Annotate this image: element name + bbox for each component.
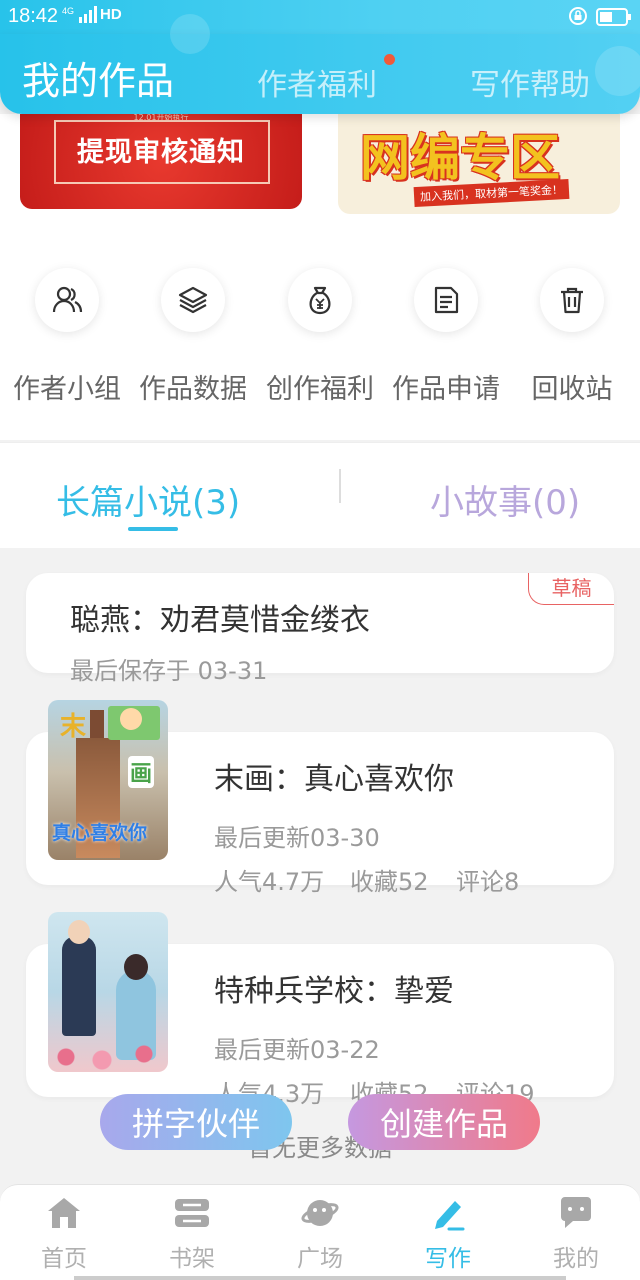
tab-long-novel[interactable]: 长篇小说(3) <box>56 475 240 524</box>
trash-icon[interactable] <box>540 268 604 332</box>
active-tab-indicator <box>128 527 178 531</box>
status-time: 18:42 <box>8 5 59 27</box>
work-favorites: 收藏52 <box>350 868 429 896</box>
hd-indicator: HD <box>100 6 122 23</box>
cover-art <box>48 1042 168 1072</box>
bookshelf-icon <box>142 1193 242 1233</box>
cover-art <box>124 954 148 980</box>
cover-art <box>90 710 104 740</box>
author-group-icon[interactable] <box>35 268 99 332</box>
work-updated-time: 最后更新03-22 <box>214 1036 380 1064</box>
work-saved-time: 最后保存于 03-31 <box>70 657 268 685</box>
cover-art <box>120 708 142 730</box>
bottom-navigation: 首页 书架 广场 写作 我的 <box>0 1184 640 1280</box>
money-bag-icon[interactable] <box>288 268 352 332</box>
cover-text: 末 <box>60 712 87 742</box>
battery-icon <box>596 8 632 31</box>
banner-left-text: 提现审核通知 <box>77 137 245 168</box>
cover-text: 真心喜欢你 <box>52 822 148 844</box>
cover-text: 画 <box>128 756 155 788</box>
decorative-bubble <box>170 14 210 54</box>
signal-icon: 4G <box>62 6 99 24</box>
decorative-bubble <box>595 46 640 96</box>
status-bar: 18:42 4G HD <box>0 0 640 34</box>
nav-label: 首页 <box>41 1246 87 1272</box>
nav-item-me[interactable]: 我的 <box>526 1193 626 1273</box>
work-updated-time: 最后更新03-30 <box>214 824 380 852</box>
planet-icon <box>270 1193 370 1233</box>
nav-label: 书架 <box>169 1246 215 1272</box>
page-title: 我的作品 <box>22 59 175 103</box>
banner-withdrawal-notice[interactable]: 12.01开始执行 提现审核通知 <box>20 114 302 209</box>
nav-item-home[interactable]: 首页 <box>14 1193 114 1273</box>
work-title: 特种兵学校：挚爱 <box>214 974 454 1009</box>
work-comments: 评论8 <box>456 868 520 896</box>
book-cover[interactable]: 末 画 真心喜欢你 <box>48 700 168 860</box>
cover-art <box>68 920 90 944</box>
tab-short-story[interactable]: 小故事(0) <box>430 475 580 524</box>
pen-icon <box>398 1193 498 1233</box>
banner-editor-zone[interactable]: 网编专区 加入我们，取材第一笔奖金！ <box>338 114 620 214</box>
home-indicator <box>74 1276 566 1280</box>
work-popularity: 人气4.7万 <box>214 868 325 896</box>
create-work-button[interactable]: 创建作品 <box>348 1094 540 1150</box>
tab-divider <box>339 469 341 503</box>
quick-action-label: 作品申请 <box>392 374 500 405</box>
nav-item-bookshelf[interactable]: 书架 <box>142 1193 242 1273</box>
nav-label: 写作 <box>425 1246 471 1272</box>
quick-action-label: 作品数据 <box>139 374 247 405</box>
nav-label: 广场 <box>297 1246 343 1272</box>
home-icon <box>14 1193 114 1233</box>
lock-rotation-icon <box>568 6 588 31</box>
notification-dot <box>384 54 395 65</box>
quick-action-label: 作者小组 <box>13 374 121 405</box>
work-card-draft[interactable]: 草稿 聪燕：劝君莫惜金缕衣 最后保存于 03-31 <box>26 573 614 685</box>
quick-action-label: 创作福利 <box>266 374 374 405</box>
banner-right-text: 网编专区 <box>360 129 560 187</box>
draft-badge: 草稿 <box>528 573 614 605</box>
book-cover[interactable] <box>48 912 168 1072</box>
tab-writing-help[interactable]: 写作帮助 <box>470 60 590 104</box>
writing-partner-button[interactable]: 拼字伙伴 <box>100 1094 292 1150</box>
nav-item-square[interactable]: 广场 <box>270 1193 370 1273</box>
network-type: 4G <box>62 6 75 16</box>
app-header: 我的作品 作者福利 写作帮助 <box>0 14 640 114</box>
nav-item-write[interactable]: 写作 <box>398 1193 498 1273</box>
layers-icon[interactable] <box>161 268 225 332</box>
chat-bubble-icon <box>526 1193 626 1233</box>
work-type-tabs: 长篇小说(3) 小故事(0) <box>0 442 640 548</box>
quick-action-label: 回收站 <box>531 374 613 405</box>
cover-art <box>62 936 96 1036</box>
banner-area: 12.01开始执行 提现审核通知 网编专区 加入我们，取材第一笔奖金！ 作者小组… <box>0 114 640 440</box>
document-icon[interactable] <box>414 268 478 332</box>
work-title: 聪燕：劝君莫惜金缕衣 <box>70 603 370 638</box>
work-title: 末画：真心喜欢你 <box>214 762 454 797</box>
tab-author-welfare[interactable]: 作者福利 <box>257 60 377 104</box>
nav-label: 我的 <box>553 1246 599 1272</box>
